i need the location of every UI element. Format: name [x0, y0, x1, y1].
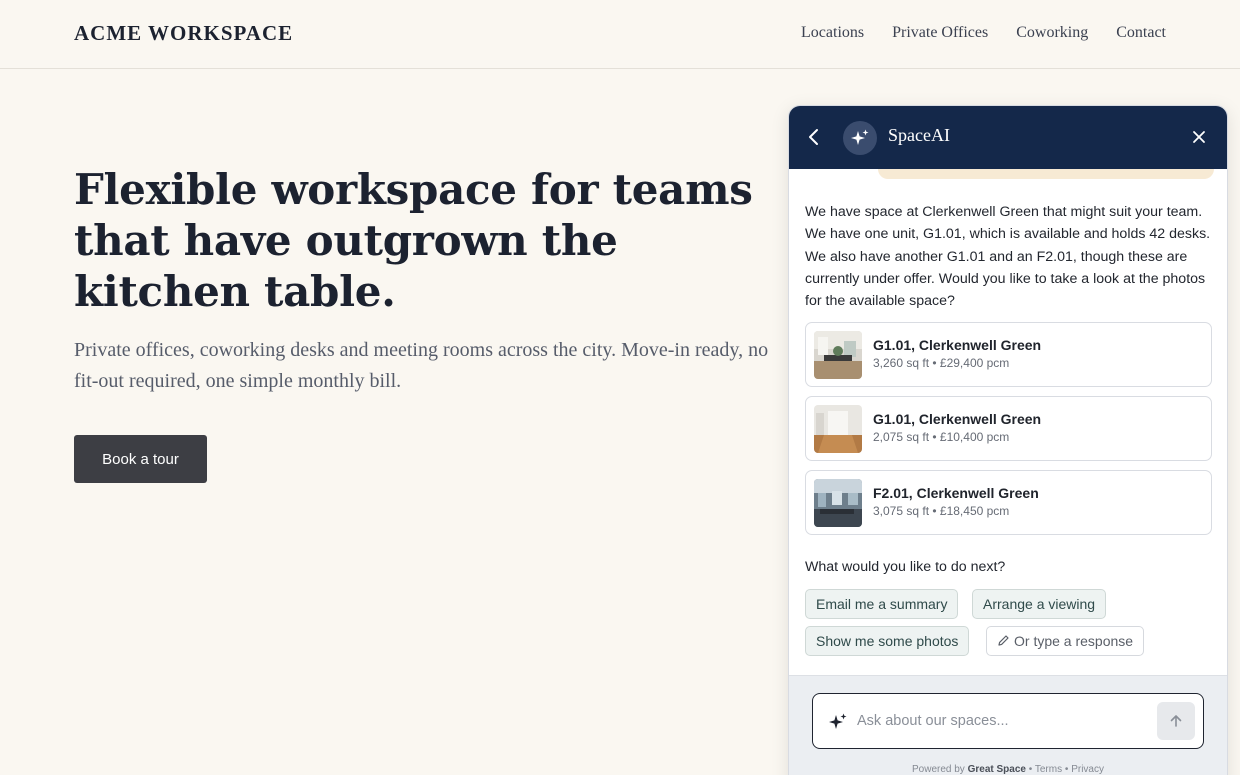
previous-user-message	[878, 169, 1214, 179]
next-step-question: What would you like to do next?	[805, 559, 1006, 575]
hero-title: Flexible workspace for teams that have o…	[74, 165, 753, 316]
show-photos-chip[interactable]: Show me some photos	[805, 626, 970, 656]
composer-area: Powered by Great Space • Terms • Privacy	[789, 675, 1227, 775]
email-summary-chip[interactable]: Email me a summary	[805, 589, 959, 619]
nav-locations[interactable]: Locations	[801, 24, 864, 42]
space-card[interactable]: G1.01, Clerkenwell Green 2,075 sq ft • £…	[805, 396, 1212, 461]
space-card[interactable]: G1.01, Clerkenwell Green 3,260 sq ft • £…	[805, 322, 1212, 387]
space-card[interactable]: F2.01, Clerkenwell Green 3,075 sq ft • £…	[805, 470, 1212, 535]
space-card-title: G1.01, Clerkenwell Green	[873, 337, 1042, 353]
assistant-message: We have space at Clerkenwell Green that …	[805, 204, 1211, 310]
back-button[interactable]	[803, 126, 825, 148]
nav-private-offices[interactable]: Private Offices	[892, 24, 988, 42]
chat-composer	[812, 693, 1204, 749]
space-photo	[814, 479, 862, 527]
footer-separator: •	[1028, 764, 1033, 775]
chevron-left-icon	[809, 129, 818, 145]
space-card-title: F2.01, Clerkenwell Green	[873, 485, 1039, 501]
hero-subtitle: Private offices, coworking desks and mee…	[74, 339, 769, 392]
chat-panel: SpaceAI We have space at Clerkenwell Gre…	[788, 105, 1228, 775]
type-response-chip[interactable]: Or type a response	[986, 626, 1145, 656]
site-logo[interactable]: ACME WORKSPACE	[74, 21, 293, 46]
brand-link[interactable]: Great Space	[968, 764, 1026, 775]
space-card-details: 3,075 sq ft • £18,450 pcm	[873, 504, 1010, 518]
terms-link[interactable]: Terms	[1035, 764, 1062, 775]
send-button[interactable]	[1157, 702, 1195, 740]
powered-by-label: Powered by	[912, 764, 965, 775]
space-photo	[814, 405, 862, 453]
footer-separator: •	[1064, 764, 1069, 775]
close-chat-button[interactable]	[1189, 127, 1209, 147]
sparkle-icon	[851, 129, 869, 145]
space-card-details: 2,075 sq ft • £10,400 pcm	[873, 430, 1010, 444]
ai-avatar	[843, 121, 877, 155]
powered-by-footer: Powered by Great Space • Terms • Privacy	[789, 764, 1227, 775]
chat-title: SpaceAI	[888, 125, 950, 145]
space-card-title: G1.01, Clerkenwell Green	[873, 411, 1042, 427]
privacy-link[interactable]: Privacy	[1071, 764, 1104, 775]
nav-contact[interactable]: Contact	[1116, 24, 1166, 42]
pencil-icon	[998, 635, 1009, 646]
space-card-details: 3,260 sq ft • £29,400 pcm	[873, 356, 1010, 370]
nav-coworking[interactable]: Coworking	[1016, 24, 1088, 42]
chat-header: SpaceAI	[789, 106, 1227, 169]
book-tour-button[interactable]: Book a tour	[74, 435, 207, 483]
chat-input[interactable]	[857, 708, 1142, 734]
site-header: ACME WORKSPACE Locations Private Offices…	[0, 0, 1240, 69]
sparkle-icon	[829, 713, 847, 729]
arrange-viewing-chip[interactable]: Arrange a viewing	[972, 589, 1107, 619]
type-response-label: Or type a response	[1014, 633, 1134, 649]
main-nav: Locations Private Offices Coworking Cont…	[801, 24, 1166, 42]
arrow-up-icon	[1170, 715, 1182, 727]
space-photo	[814, 331, 862, 379]
close-icon	[1193, 131, 1205, 143]
